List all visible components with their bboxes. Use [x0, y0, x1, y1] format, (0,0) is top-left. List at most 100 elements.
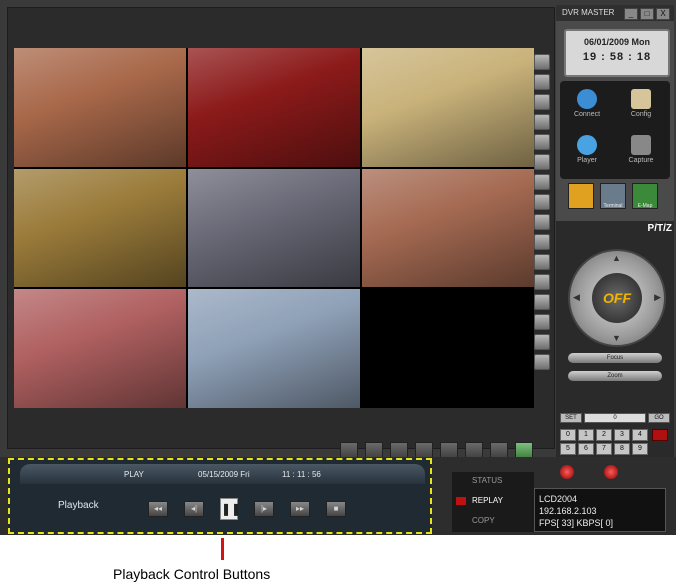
channel-button[interactable]: [534, 54, 550, 70]
ptz-center-label: OFF: [603, 290, 631, 306]
keypad-key[interactable]: 9: [632, 443, 648, 455]
channel-button[interactable]: [534, 174, 550, 190]
preset-go-button[interactable]: GO: [648, 413, 670, 423]
pan-right-icon[interactable]: ▶: [654, 292, 661, 303]
channel-button[interactable]: [534, 254, 550, 270]
channel-button[interactable]: [534, 354, 550, 370]
channel-button[interactable]: [534, 134, 550, 150]
pan-down-icon[interactable]: ▼: [612, 333, 621, 343]
camera-view-1[interactable]: [14, 48, 186, 167]
preset-set-button[interactable]: SET: [560, 413, 582, 423]
camera-image: [188, 168, 360, 288]
alarm-icon[interactable]: [604, 465, 618, 479]
keypad-clear-button[interactable]: [652, 429, 668, 441]
status-item-copy[interactable]: COPY: [452, 514, 534, 528]
keypad-key[interactable]: 6: [578, 443, 594, 455]
channel-button[interactable]: [534, 214, 550, 230]
pause-button[interactable]: ❚❚: [220, 498, 241, 520]
close-button[interactable]: X: [656, 8, 670, 20]
camera-view-2[interactable]: [188, 48, 360, 167]
window-controls: _ □ X: [624, 8, 670, 20]
preset-value-field[interactable]: 0: [584, 413, 646, 423]
maximize-button[interactable]: □: [640, 8, 654, 20]
stop-button[interactable]: ■: [326, 501, 346, 517]
network-info: LCD2004 192.168.2.103 FPS[ 33] KBPS[ 0]: [534, 488, 666, 532]
camera-grid: [14, 48, 534, 408]
camera-view-6[interactable]: [362, 168, 534, 288]
pan-left-icon[interactable]: ◀: [573, 292, 580, 303]
keypad-key[interactable]: 2: [596, 429, 612, 441]
camera-view-4[interactable]: [14, 168, 186, 288]
zoom-slider[interactable]: Zoom: [568, 371, 662, 381]
connect-icon: [577, 89, 597, 109]
callout-line: [221, 538, 224, 560]
terminal-mode-button[interactable]: Terminal: [600, 183, 626, 209]
terminal-label: Terminal: [603, 203, 623, 209]
channel-button[interactable]: [534, 114, 550, 130]
ip-address: 192.168.2.103: [539, 506, 597, 516]
camera-view-3[interactable]: [362, 48, 534, 167]
camera-image: [188, 289, 360, 408]
channel-button[interactable]: [534, 154, 550, 170]
capture-icon: [631, 135, 651, 155]
playback-mode: PLAY: [124, 470, 144, 479]
ptz-off-button[interactable]: OFF: [592, 273, 642, 323]
camera-image: [14, 168, 186, 288]
device-name: LCD2004: [539, 494, 578, 504]
config-label: Config: [630, 111, 652, 118]
step-forward-button[interactable]: |▸: [254, 501, 274, 517]
keypad-key[interactable]: 0: [560, 429, 576, 441]
camera-image: [362, 168, 534, 288]
channel-button[interactable]: [534, 314, 550, 330]
playback-label: Playback: [58, 500, 99, 511]
camera-view-9[interactable]: [362, 289, 534, 408]
minimize-button[interactable]: _: [624, 8, 638, 20]
ptz-tab[interactable]: P/T/Z: [648, 223, 672, 234]
step-back-button[interactable]: ◂|: [184, 501, 204, 517]
emap-label: E-Map: [637, 203, 653, 209]
emap-mode-button[interactable]: E-Map: [632, 183, 658, 209]
keypad-key[interactable]: 5: [560, 443, 576, 455]
player-label: Player: [577, 157, 597, 164]
channel-button[interactable]: [534, 294, 550, 310]
channel-button[interactable]: [534, 334, 550, 350]
camera-view-8[interactable]: [188, 289, 360, 408]
channel-button[interactable]: [534, 274, 550, 290]
dvr-application: DVR MASTER _ □ X 06/01/2009 Mon 19 : 58 …: [0, 0, 676, 535]
keypad-key[interactable]: 1: [578, 429, 594, 441]
capture-button[interactable]: Capture: [616, 131, 666, 175]
playback-date: 05/15/2009 Fri: [198, 470, 250, 479]
focus-slider[interactable]: Focus: [568, 353, 662, 363]
channel-button[interactable]: [534, 194, 550, 210]
window-title-bar: DVR MASTER _ □ X: [556, 5, 674, 21]
connect-button[interactable]: Connect: [562, 85, 612, 129]
status-item-status[interactable]: STATUS: [452, 474, 534, 488]
playback-info-bar: PLAY 05/15/2009 Fri 11 : 11 : 56: [20, 464, 425, 484]
status-menu: STATUS REPLAY COPY: [452, 472, 534, 532]
keypad-key[interactable]: 4: [632, 429, 648, 441]
live-mode-button[interactable]: [568, 183, 594, 209]
keypad-key[interactable]: 7: [596, 443, 612, 455]
current-time: 19 : 58 : 18: [582, 51, 652, 63]
channel-button[interactable]: [534, 94, 550, 110]
zoom-label: Zoom: [607, 373, 623, 379]
config-button[interactable]: Config: [616, 85, 666, 129]
channel-button[interactable]: [534, 74, 550, 90]
ptz-panel: P/T/Z ▲ ▼ ◀ ▶ OFF Focus Zoom SET 0 GO 0 …: [556, 221, 674, 457]
record-buttons: [560, 465, 618, 479]
ptz-direction-pad[interactable]: ▲ ▼ ◀ ▶ OFF: [568, 249, 666, 347]
record-icon[interactable]: [560, 465, 574, 479]
fast-rewind-button[interactable]: ◂◂: [148, 501, 168, 517]
camera-image: [14, 48, 186, 167]
clock-display: 06/01/2009 Mon 19 : 58 : 18: [564, 29, 670, 77]
camera-view-5[interactable]: [188, 168, 360, 288]
pan-up-icon[interactable]: ▲: [612, 253, 621, 263]
fast-forward-button[interactable]: ▸▸: [290, 501, 310, 517]
channel-button[interactable]: [534, 234, 550, 250]
channel-button-strip: [534, 54, 550, 399]
camera-view-7[interactable]: [14, 289, 186, 408]
player-button[interactable]: Player: [562, 131, 612, 175]
keypad-key[interactable]: 3: [614, 429, 630, 441]
status-item-replay[interactable]: REPLAY: [452, 494, 534, 508]
keypad-key[interactable]: 8: [614, 443, 630, 455]
